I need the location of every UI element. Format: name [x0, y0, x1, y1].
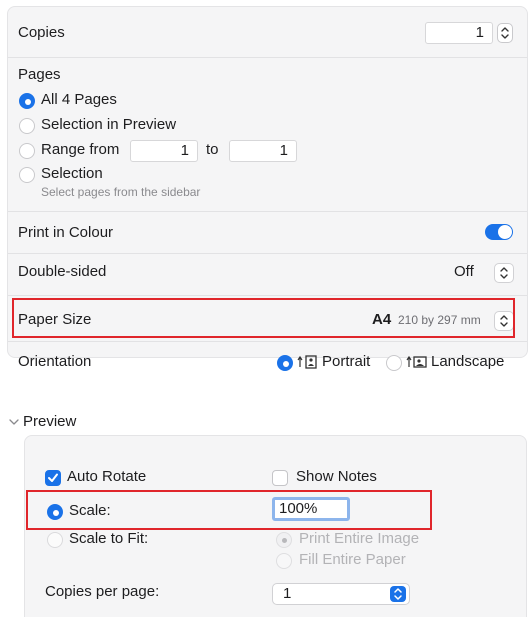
- radio-range-label: Range from: [41, 141, 120, 158]
- radio-all-pages[interactable]: [19, 93, 35, 109]
- copies-stepper[interactable]: [497, 23, 513, 43]
- portrait-icon: [297, 355, 317, 369]
- double-sided-popup-button[interactable]: [494, 263, 514, 283]
- divider: [8, 341, 527, 342]
- select-chevron-button[interactable]: [390, 586, 406, 602]
- radio-selection-label: Selection: [41, 165, 103, 182]
- scale-to-fit-label: Scale to Fit:: [69, 530, 149, 547]
- selection-hint: Select pages from the sidebar: [41, 185, 201, 199]
- print-in-colour-label: Print in Colour: [18, 224, 114, 241]
- divider: [8, 295, 527, 296]
- paper-size-highlight: [12, 298, 515, 338]
- fill-entire-paper-label: Fill Entire Paper: [299, 551, 406, 568]
- chevron-updown-icon: [500, 267, 508, 279]
- radio-portrait[interactable]: [277, 355, 293, 371]
- print-entire-image-label: Print Entire Image: [299, 530, 420, 547]
- range-from-input[interactable]: 1: [130, 140, 198, 162]
- checkmark-icon: [48, 473, 58, 482]
- landscape-icon: [406, 355, 427, 368]
- chevron-updown-icon: [394, 588, 402, 600]
- divider: [8, 253, 527, 254]
- preview-section-title[interactable]: Preview: [23, 413, 76, 430]
- divider: [8, 57, 527, 58]
- chevron-down-icon[interactable]: [9, 418, 19, 426]
- range-to-label: to: [206, 141, 219, 158]
- copies-per-page-label: Copies per page:: [45, 583, 160, 600]
- orientation-label: Orientation: [18, 353, 92, 370]
- copies-label: Copies: [18, 24, 65, 41]
- radio-selection-in-preview-label: Selection in Preview: [41, 116, 177, 133]
- divider: [8, 211, 527, 212]
- radio-print-entire-image[interactable]: [276, 532, 292, 548]
- radio-range[interactable]: [19, 143, 35, 159]
- copies-input[interactable]: 1: [425, 22, 493, 44]
- double-sided-value[interactable]: Off: [454, 263, 474, 280]
- show-notes-label: Show Notes: [296, 468, 377, 485]
- radio-selection-in-preview[interactable]: [19, 118, 35, 134]
- copies-per-page-select[interactable]: 1: [272, 583, 410, 605]
- radio-all-pages-label: All 4 Pages: [41, 91, 117, 108]
- radio-landscape[interactable]: [386, 355, 402, 371]
- radio-fill-entire-paper[interactable]: [276, 553, 292, 569]
- radio-scale-to-fit[interactable]: [47, 532, 63, 548]
- double-sided-label: Double-sided: [18, 263, 107, 280]
- scale-highlight: [26, 490, 432, 530]
- range-to-input[interactable]: 1: [229, 140, 297, 162]
- pages-heading: Pages: [18, 66, 61, 83]
- show-notes-checkbox[interactable]: [272, 470, 288, 486]
- auto-rotate-checkbox[interactable]: [45, 470, 61, 486]
- auto-rotate-label: Auto Rotate: [67, 468, 147, 485]
- stepper-arrows-icon: [501, 27, 509, 39]
- landscape-label: Landscape: [431, 353, 505, 370]
- copies-per-page-value: 1: [283, 585, 292, 602]
- portrait-label: Portrait: [322, 353, 371, 370]
- radio-selection[interactable]: [19, 167, 35, 183]
- print-in-colour-toggle[interactable]: [485, 224, 513, 240]
